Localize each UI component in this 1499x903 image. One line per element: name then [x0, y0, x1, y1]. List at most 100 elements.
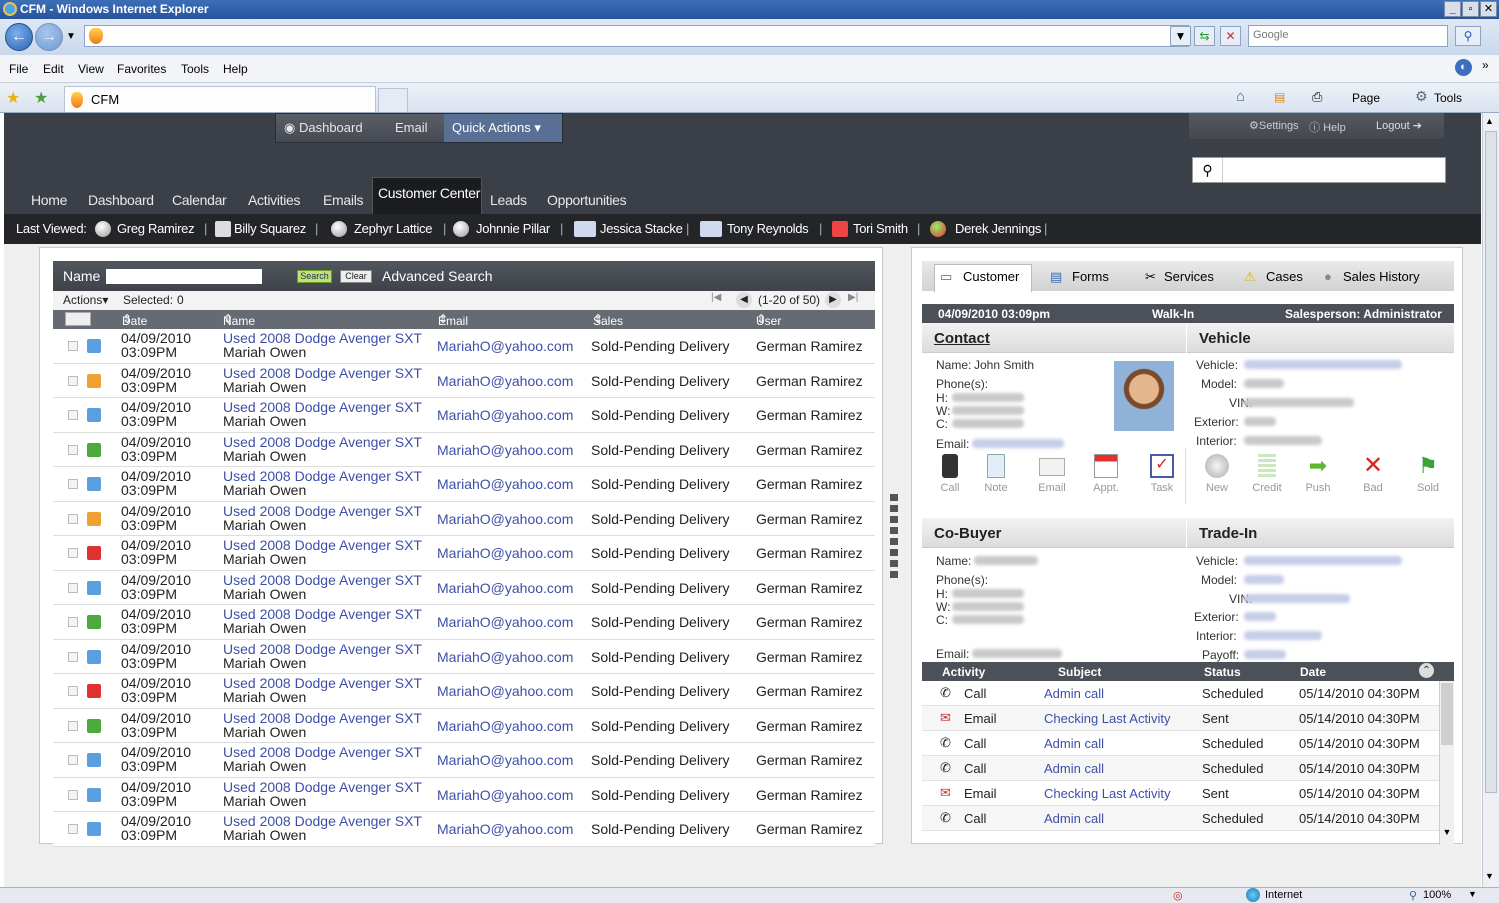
first-page-icon[interactable]: |◀: [711, 292, 721, 303]
tab-home[interactable]: Home: [31, 192, 67, 208]
email-quick-button[interactable]: Email: [395, 120, 428, 135]
row-vehicle-link[interactable]: Used 2008 Dodge Avenger SXT: [223, 400, 422, 414]
row-checkbox[interactable]: [68, 582, 78, 593]
call-action[interactable]: Call: [925, 454, 975, 494]
back-button[interactable]: ←: [5, 23, 33, 51]
close-window-button[interactable]: ✕: [1480, 1, 1497, 17]
row-checkbox[interactable]: [68, 444, 78, 455]
print-icon[interactable]: ⎙: [1312, 89, 1322, 105]
home-icon[interactable]: ⌂: [1236, 88, 1245, 105]
last-viewed-item[interactable]: Zephyr Lattice: [354, 221, 432, 236]
credit-action[interactable]: Credit: [1242, 454, 1292, 494]
table-row[interactable]: 04/09/2010 03:09PM Used 2008 Dodge Avenger…: [53, 363, 875, 398]
email-action[interactable]: Email: [1027, 454, 1077, 494]
favorites-star-icon[interactable]: ★: [6, 88, 20, 108]
col-subject[interactable]: Subject: [1058, 665, 1101, 679]
activity-row[interactable]: ✆ Call Admin call Scheduled 05/14/2010 04:30…: [922, 806, 1439, 831]
table-row[interactable]: 04/09/2010 03:09PM Used 2008 Dodge Avenger…: [53, 708, 875, 743]
row-vehicle-link[interactable]: Used 2008 Dodge Avenger SXT: [223, 331, 422, 345]
minimize-button[interactable]: _: [1444, 1, 1461, 17]
row-email-link[interactable]: MariahO@yahoo.com: [437, 373, 573, 389]
page-menu[interactable]: Page: [1352, 91, 1380, 105]
new-action[interactable]: CallNew: [1192, 454, 1242, 494]
row-vehicle-link[interactable]: Used 2008 Dodge Avenger SXT: [223, 538, 422, 552]
menu-favorites[interactable]: Favorites: [117, 62, 166, 76]
row-vehicle-link[interactable]: Used 2008 Dodge Avenger SXT: [223, 676, 422, 690]
url-input[interactable]: [84, 25, 1189, 47]
row-vehicle-link[interactable]: Used 2008 Dodge Avenger SXT: [223, 814, 422, 828]
tools-menu[interactable]: Tools: [1434, 91, 1462, 105]
row-vehicle-link[interactable]: Used 2008 Dodge Avenger SXT: [223, 607, 422, 621]
logout-button[interactable]: Logout ➔: [1376, 119, 1422, 132]
scroll-up-icon[interactable]: ▲: [1485, 116, 1494, 126]
activity-subject-link[interactable]: Checking Last Activity: [1044, 711, 1170, 726]
activity-row[interactable]: ✆ Call Admin call Scheduled 05/14/2010 04:30…: [922, 731, 1439, 756]
table-row[interactable]: 04/09/2010 03:09PM Used 2008 Dodge Avenger…: [53, 329, 875, 364]
tab-activities[interactable]: Activities: [248, 192, 301, 208]
col-date-entered[interactable]: Date Entered ⇕: [122, 312, 164, 342]
row-vehicle-link[interactable]: Used 2008 Dodge Avenger SXT: [223, 745, 422, 759]
activity-row[interactable]: ✉ Email Checking Last Activity Sent 05/14/20…: [922, 781, 1439, 806]
table-row[interactable]: 04/09/2010 03:09PM Used 2008 Dodge Avenger…: [53, 812, 875, 847]
activity-scrollbar[interactable]: ▼: [1439, 681, 1454, 845]
tab-customer-center[interactable]: Customer Center: [372, 177, 482, 215]
quick-actions-button[interactable]: Quick Actions ▾: [444, 114, 562, 142]
row-email-link[interactable]: MariahO@yahoo.com: [437, 580, 573, 596]
activity-row[interactable]: ✉ Email Checking Last Activity Sent 05/14/20…: [922, 706, 1439, 731]
last-page-icon[interactable]: ▶|: [848, 292, 858, 303]
page-scroll-thumb[interactable]: [1485, 131, 1497, 793]
row-email-link[interactable]: MariahO@yahoo.com: [437, 476, 573, 492]
chevron-right-icon[interactable]: »: [1482, 58, 1489, 72]
row-checkbox[interactable]: [68, 548, 78, 558]
last-viewed-item[interactable]: Tony Reynolds: [727, 221, 809, 236]
tab-dashboard[interactable]: Dashboard: [88, 192, 154, 208]
last-viewed-item[interactable]: Billy Squarez: [234, 221, 306, 236]
tab-services[interactable]: Services: [1164, 269, 1214, 284]
menu-view[interactable]: View: [78, 62, 104, 76]
row-checkbox[interactable]: [68, 479, 78, 489]
col-sales-stage[interactable]: Sales Stage ⇕: [593, 312, 624, 342]
url-dropdown-icon[interactable]: ▼: [1170, 26, 1191, 46]
tab-sales-history[interactable]: Sales History: [1343, 269, 1420, 284]
maximize-button[interactable]: ▫: [1462, 1, 1479, 17]
row-vehicle-link[interactable]: Used 2008 Dodge Avenger SXT: [223, 435, 422, 449]
appointment-action[interactable]: Appt.: [1081, 454, 1131, 494]
search-icon[interactable]: ⚲: [1455, 26, 1481, 46]
zoom-level[interactable]: 100%: [1423, 889, 1451, 901]
activity-subject-link[interactable]: Admin call: [1044, 811, 1104, 826]
browser-search-input[interactable]: Google: [1248, 25, 1448, 47]
row-vehicle-link[interactable]: Used 2008 Dodge Avenger SXT: [223, 366, 422, 380]
col-date[interactable]: Date: [1300, 665, 1326, 679]
add-favorite-icon[interactable]: ★: [34, 88, 48, 108]
table-row[interactable]: 04/09/2010 03:09PM Used 2008 Dodge Avenger…: [53, 432, 875, 467]
history-dropdown-icon[interactable]: ▼: [66, 31, 76, 42]
page-scrollbar[interactable]: ▲ ▼: [1482, 113, 1499, 887]
advanced-search-link[interactable]: Advanced Search: [382, 268, 493, 284]
col-status[interactable]: Status: [1204, 665, 1241, 679]
row-checkbox[interactable]: [68, 341, 78, 351]
tab-leads[interactable]: Leads: [490, 192, 527, 208]
row-checkbox[interactable]: [68, 651, 78, 662]
select-all-checkbox[interactable]: [65, 312, 91, 326]
last-viewed-item[interactable]: Jessica Stacke: [600, 221, 683, 236]
table-row[interactable]: 04/09/2010 03:09PM Used 2008 Dodge Avenger…: [53, 467, 875, 502]
note-action[interactable]: Note: [971, 454, 1021, 494]
refresh-icon[interactable]: ⇆: [1194, 26, 1215, 46]
menu-file[interactable]: File: [9, 62, 28, 76]
row-email-link[interactable]: MariahO@yahoo.com: [437, 787, 573, 803]
last-viewed-item[interactable]: Johnnie Pillar: [476, 221, 550, 236]
menu-help[interactable]: Help: [223, 62, 248, 76]
col-user[interactable]: User ⇕: [756, 312, 781, 328]
dashboard-quick-button[interactable]: ◉ Dashboard: [284, 120, 363, 136]
menu-tools[interactable]: Tools: [181, 62, 209, 76]
toolbar-addon-icon[interactable]: ◐: [1455, 59, 1472, 76]
last-viewed-item[interactable]: Greg Ramirez: [117, 221, 195, 236]
push-action[interactable]: ➡ Push: [1293, 454, 1343, 495]
col-name[interactable]: Name ⇕: [223, 312, 255, 328]
row-vehicle-link[interactable]: Used 2008 Dodge Avenger SXT: [223, 642, 422, 656]
table-row[interactable]: 04/09/2010 03:09PM Used 2008 Dodge Avenger…: [53, 536, 875, 571]
col-activity[interactable]: Activity: [942, 665, 985, 679]
row-email-link[interactable]: MariahO@yahoo.com: [437, 407, 573, 423]
feeds-icon[interactable]: ▤: [1274, 90, 1285, 104]
row-checkbox[interactable]: [68, 513, 78, 524]
